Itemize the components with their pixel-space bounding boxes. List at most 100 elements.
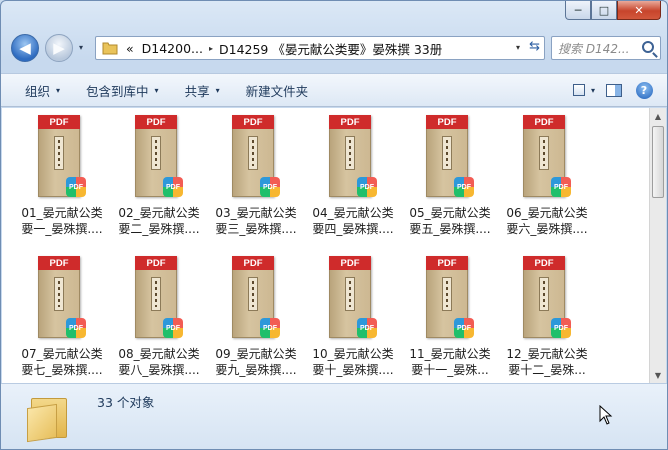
pdf-band: PDF [426, 115, 468, 129]
pdf-badge-icon: PDF [163, 318, 183, 338]
preview-pane-button[interactable] [603, 80, 625, 100]
file-name: 07_晏元献公类要七_晏殊撰.... [21, 347, 103, 377]
pdf-badge-icon: PDF [163, 177, 183, 197]
title-slip [151, 136, 161, 170]
file-item[interactable]: PDF PDF 11_晏元献公类要十一_晏殊... [404, 256, 496, 383]
address-bar[interactable]: « D14200... ▸ D14259 《晏元献公类要》晏殊撰 33册 ▾ ⇆ [95, 36, 545, 60]
object-count: 33 个对象 [97, 395, 155, 410]
pdf-band: PDF [232, 115, 274, 129]
organize-menu[interactable]: 组织 ▾ [15, 77, 70, 104]
pdf-thumbnail: PDF PDF [329, 115, 377, 199]
file-item[interactable]: PDF PDF 12_晏元献公类要十二_晏殊... [501, 256, 593, 383]
file-item[interactable]: PDF PDF 04_晏元献公类要四_晏殊撰.... [307, 115, 399, 243]
scrollbar-thumb[interactable] [652, 126, 664, 198]
help-icon: ? [635, 81, 653, 99]
file-item[interactable]: PDF PDF 09_晏元献公类要九_晏殊撰.... [210, 256, 302, 383]
pdf-band: PDF [329, 115, 371, 129]
breadcrumb-segment-parent[interactable]: D14200... [138, 41, 207, 56]
pdf-thumbnail: PDF PDF [135, 115, 183, 199]
caption-buttons: ─ □ ✕ [565, 1, 661, 20]
file-name: 11_晏元献公类要十一_晏殊... [409, 347, 491, 377]
pdf-badge-text: PDF [263, 324, 277, 332]
file-item[interactable]: PDF PDF 10_晏元献公类要十_晏殊撰.... [307, 256, 399, 383]
refresh-icon[interactable]: ⇆ [529, 39, 540, 54]
minimize-button[interactable]: ─ [565, 1, 591, 20]
change-view-button[interactable]: ▾ [573, 80, 595, 100]
file-item[interactable]: PDF PDF 02_晏元献公类要二_晏殊撰.... [113, 115, 205, 243]
file-name: 12_晏元献公类要十二_晏殊... [506, 347, 588, 377]
pdf-thumbnail: PDF PDF [426, 256, 474, 340]
pdf-badge-text: PDF [554, 183, 568, 191]
pdf-thumbnail: PDF PDF [523, 256, 571, 340]
title-slip [54, 136, 64, 170]
pdf-badge-icon: PDF [551, 177, 571, 197]
navigation-bar: ◀ ▶ ▾ « D14200... ▸ D14259 《晏元献公类要》晏殊撰 3… [9, 32, 661, 66]
forward-button[interactable]: ▶ [45, 34, 73, 62]
help-button[interactable]: ? [633, 80, 655, 100]
pdf-badge-text: PDF [166, 183, 180, 191]
title-slip [54, 277, 64, 311]
pdf-badge-text: PDF [360, 183, 374, 191]
title-slip [345, 277, 355, 311]
file-item[interactable]: PDF PDF 08_晏元献公类要八_晏殊撰.... [113, 256, 205, 383]
search-icon[interactable] [642, 41, 654, 53]
file-item[interactable]: PDF PDF 05_晏元献公类要五_晏殊撰.... [404, 115, 496, 243]
pdf-band: PDF [232, 256, 274, 270]
address-dropdown-icon[interactable]: ▾ [516, 43, 520, 52]
back-button[interactable]: ◀ [11, 34, 39, 62]
breadcrumb-separator-icon[interactable]: ▸ [207, 44, 215, 53]
file-item[interactable]: PDF PDF 01_晏元献公类要一_晏殊撰.... [16, 115, 108, 243]
vertical-scrollbar[interactable]: ▲ ▼ [649, 108, 666, 383]
chevron-down-icon: ▾ [590, 85, 595, 95]
new-folder-button[interactable]: 新建文件夹 [236, 77, 319, 104]
pdf-band: PDF [135, 256, 177, 270]
scroll-up-icon[interactable]: ▲ [650, 108, 666, 124]
file-name: 05_晏元献公类要五_晏殊撰.... [409, 206, 491, 236]
breadcrumb-segment-current[interactable]: D14259 《晏元献公类要》晏殊撰 33册 [215, 39, 446, 58]
preview-pane-icon [606, 83, 622, 97]
pdf-badge-icon: PDF [357, 318, 377, 338]
pdf-badge-text: PDF [457, 324, 471, 332]
chevron-down-icon: ▾ [215, 85, 220, 95]
pdf-badge-text: PDF [166, 324, 180, 332]
mouse-cursor-icon [599, 405, 613, 425]
chevron-down-icon: ▾ [154, 85, 159, 95]
scroll-down-icon[interactable]: ▼ [650, 367, 666, 383]
close-button[interactable]: ✕ [617, 1, 661, 20]
file-item[interactable]: PDF PDF 03_晏元献公类要三_晏殊撰.... [210, 115, 302, 243]
title-slip [539, 277, 549, 311]
file-name: 09_晏元献公类要九_晏殊撰.... [215, 347, 297, 377]
pdf-badge-text: PDF [360, 324, 374, 332]
recent-pages-dropdown[interactable]: ▾ [79, 43, 83, 52]
file-list-pane[interactable]: PDF PDF 01_晏元献公类要一_晏殊撰.... PDF PDF 02_晏元献公类要二… [2, 108, 666, 383]
file-name: 03_晏元献公类要三_晏殊撰.... [215, 206, 297, 236]
file-item[interactable]: PDF PDF 06_晏元献公类要六_晏殊撰.... [501, 115, 593, 243]
pdf-badge-icon: PDF [66, 177, 86, 197]
folder-icon [102, 41, 122, 55]
pdf-band: PDF [426, 256, 468, 270]
pdf-badge-text: PDF [69, 183, 83, 191]
title-slip [539, 136, 549, 170]
address-overflow[interactable]: « [122, 41, 138, 56]
pdf-thumbnail: PDF PDF [426, 115, 474, 199]
maximize-button[interactable]: □ [591, 1, 617, 20]
include-in-library-menu[interactable]: 包含到库中 ▾ [76, 77, 169, 104]
include-in-library-label: 包含到库中 [86, 83, 149, 99]
share-menu[interactable]: 共享 ▾ [175, 77, 230, 104]
pdf-band: PDF [523, 115, 565, 129]
view-icon [573, 84, 585, 96]
pdf-badge-icon: PDF [260, 318, 280, 338]
search-input[interactable]: 搜索 D142... [551, 36, 661, 60]
file-name: 06_晏元献公类要六_晏殊撰.... [506, 206, 588, 236]
explorer-window: ─ □ ✕ ◀ ▶ ▾ « D14200... ▸ D14259 《晏元献公类要… [0, 0, 668, 450]
title-slip [248, 277, 258, 311]
details-pane: 33 个对象 [1, 383, 667, 449]
new-folder-label: 新建文件夹 [245, 83, 309, 99]
file-name: 02_晏元献公类要二_晏殊撰.... [118, 206, 200, 236]
title-slip [248, 136, 258, 170]
pdf-badge-icon: PDF [66, 318, 86, 338]
file-name: 08_晏元献公类要八_晏殊撰.... [118, 347, 200, 377]
pdf-thumbnail: PDF PDF [232, 256, 280, 340]
file-item[interactable]: PDF PDF 07_晏元献公类要七_晏殊撰.... [16, 256, 108, 383]
search-placeholder: 搜索 D142... [558, 41, 630, 56]
